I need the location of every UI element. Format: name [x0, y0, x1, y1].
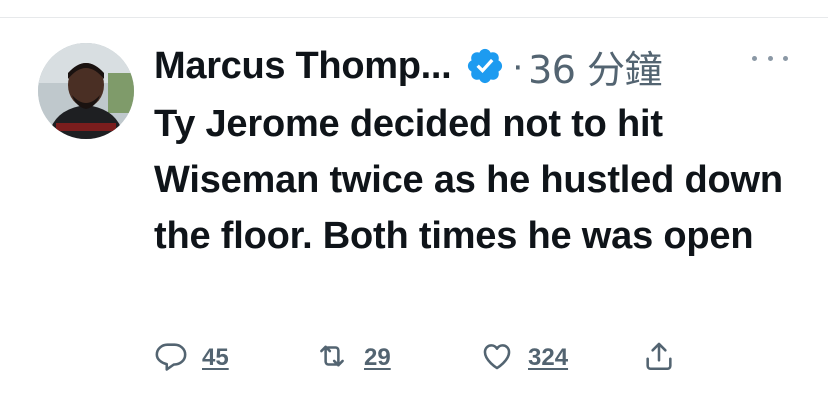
reply-count: 45	[202, 344, 229, 371]
timestamp[interactable]: 36 分鐘	[528, 39, 662, 94]
like-count: 324	[528, 344, 569, 371]
tweet-header: Marcus Thomp... · 36 分鐘	[154, 38, 663, 94]
author-name[interactable]: Marcus Thomp...	[154, 45, 452, 88]
share-button[interactable]	[642, 338, 676, 378]
separator-dot: ·	[511, 44, 525, 87]
avatar[interactable]	[38, 43, 134, 139]
like-button[interactable]: 324	[480, 338, 568, 378]
tweet-text: Ty Jerome decided not to hit Wiseman twi…	[154, 103, 783, 257]
more-icon[interactable]	[752, 48, 788, 68]
tweet[interactable]: Marcus Thomp... · 36 分鐘 Ty Jerome decide…	[0, 0, 828, 402]
verified-badge-icon	[465, 46, 505, 86]
share-icon	[642, 339, 676, 378]
reply-button[interactable]: 45	[154, 338, 229, 378]
divider	[0, 17, 828, 18]
retweet-button[interactable]: 29	[314, 338, 391, 378]
retweet-count: 29	[364, 344, 391, 371]
action-bar: 45 29 324	[154, 338, 714, 378]
reply-icon	[154, 339, 188, 378]
like-icon	[480, 339, 514, 378]
retweet-icon	[314, 339, 350, 378]
